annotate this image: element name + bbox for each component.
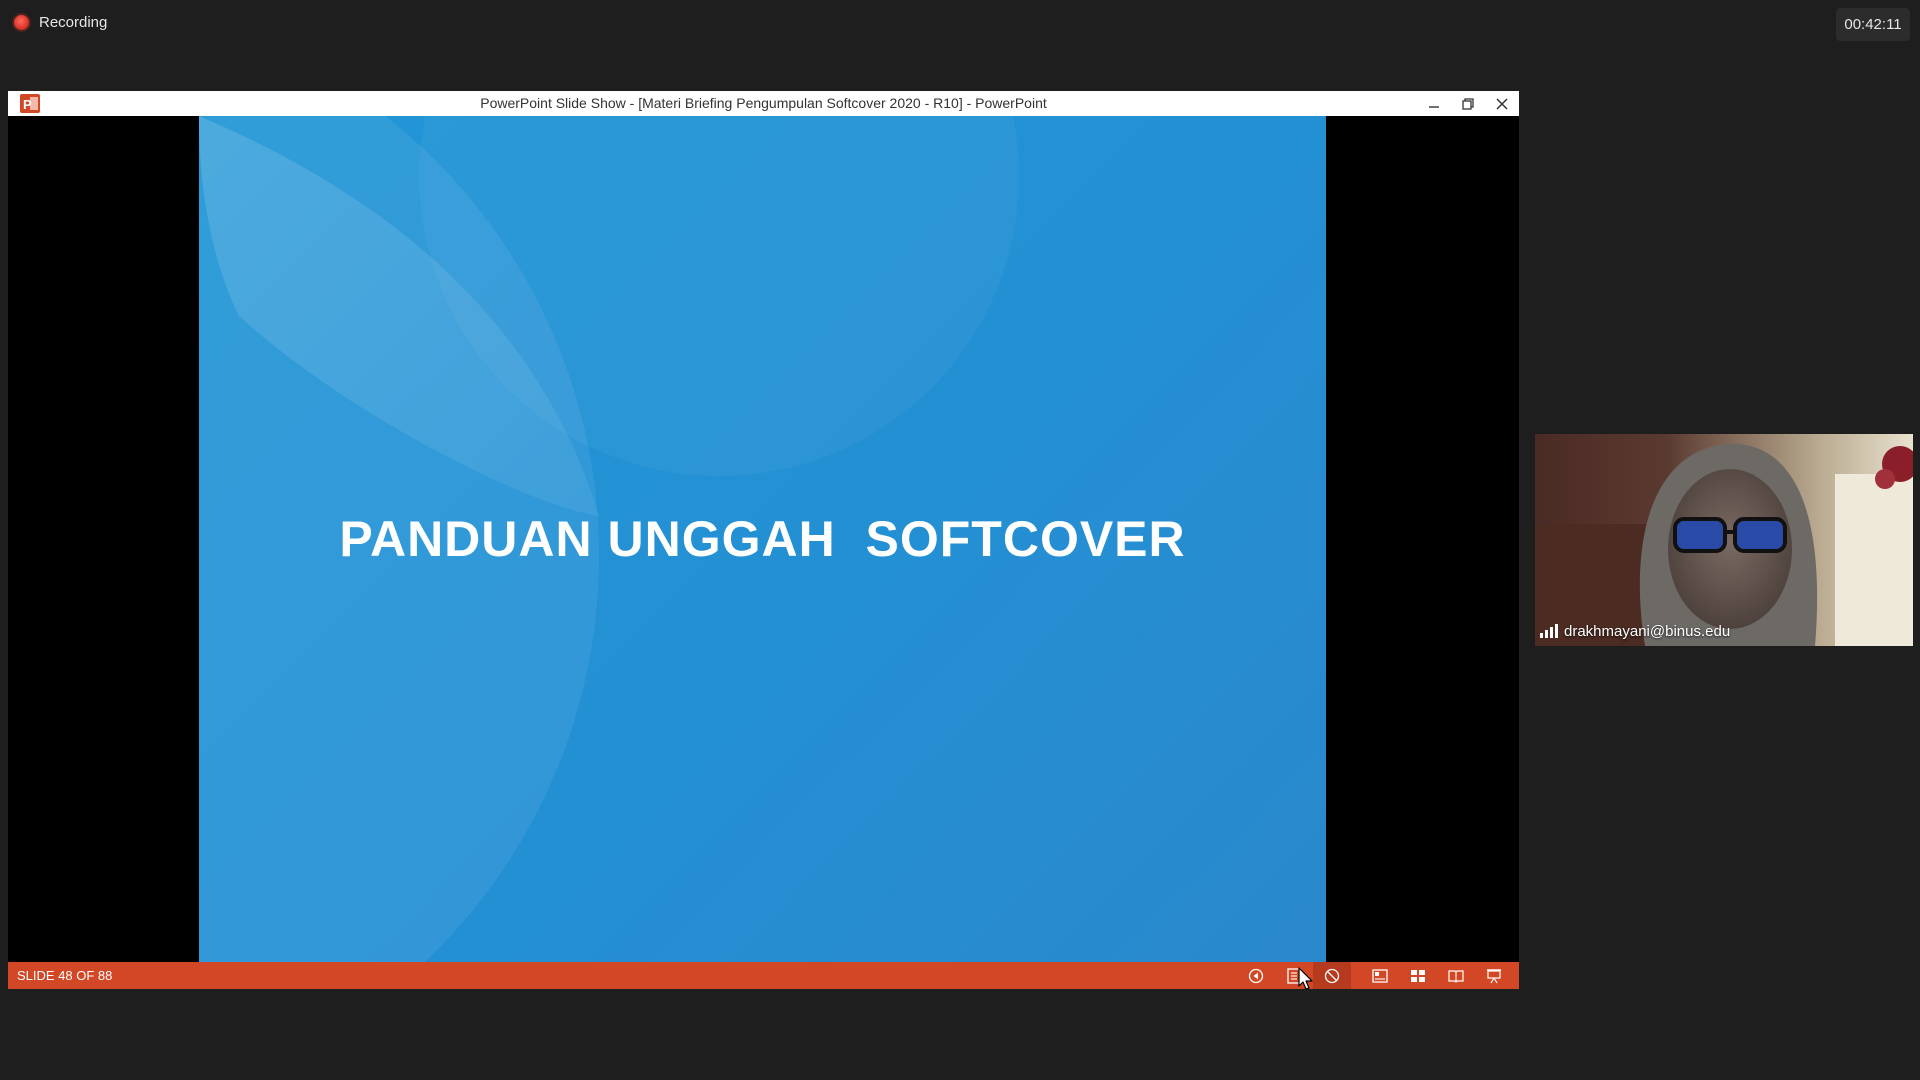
minimize-button[interactable]: [1417, 91, 1451, 116]
slideshow-statusbar: SLIDE 48 OF 88: [8, 962, 1519, 989]
mouse-cursor-icon: [1298, 967, 1313, 990]
reading-view-button[interactable]: [1437, 962, 1475, 989]
previous-button[interactable]: [1237, 962, 1275, 989]
slide-area[interactable]: PANDUAN UNGGAH SOFTCOVER: [8, 116, 1519, 962]
previous-icon: [1248, 968, 1264, 983]
slide-show-icon: [1487, 968, 1501, 983]
meeting-timer: 00:42:11: [1836, 8, 1910, 41]
slide-title: PANDUAN UNGGAH SOFTCOVER: [339, 511, 1186, 567]
participant-video-frame: [1535, 434, 1913, 646]
normal-view-button[interactable]: [1361, 962, 1399, 989]
window-title: PowerPoint Slide Show - [Materi Briefing…: [480, 95, 1047, 111]
restore-button[interactable]: [1451, 91, 1485, 116]
slide-counter: SLIDE 48 OF 88: [17, 968, 113, 983]
accessibility-button[interactable]: [1313, 962, 1351, 989]
reading-view-icon: [1448, 969, 1464, 983]
slide[interactable]: PANDUAN UNGGAH SOFTCOVER: [199, 116, 1326, 962]
accessibility-icon: [1324, 968, 1340, 983]
restore-icon: [1462, 97, 1474, 110]
recording-indicator[interactable]: Recording: [14, 14, 107, 31]
slide-sorter-button[interactable]: [1399, 962, 1437, 989]
normal-view-icon: [1372, 968, 1388, 983]
powerpoint-window: P PowerPoint Slide Show - [Materi Briefi…: [8, 91, 1519, 989]
close-button[interactable]: [1485, 91, 1519, 116]
participant-name: drakhmayani@binus.edu: [1564, 622, 1731, 640]
window-titlebar[interactable]: P PowerPoint Slide Show - [Materi Briefi…: [8, 91, 1519, 116]
recording-label: Recording: [39, 14, 108, 31]
slide-show-button[interactable]: [1475, 962, 1513, 989]
minimize-icon: [1429, 105, 1439, 108]
close-icon: [1496, 97, 1508, 110]
slide-sorter-icon: [1411, 969, 1425, 982]
meeting-screen: Recording 00:42:11 P PowerPoint Slide Sh…: [0, 0, 1920, 1080]
record-icon: [14, 15, 29, 30]
signal-strength-icon: [1540, 624, 1558, 638]
participant-video[interactable]: drakhmayani@binus.edu: [1535, 434, 1913, 646]
